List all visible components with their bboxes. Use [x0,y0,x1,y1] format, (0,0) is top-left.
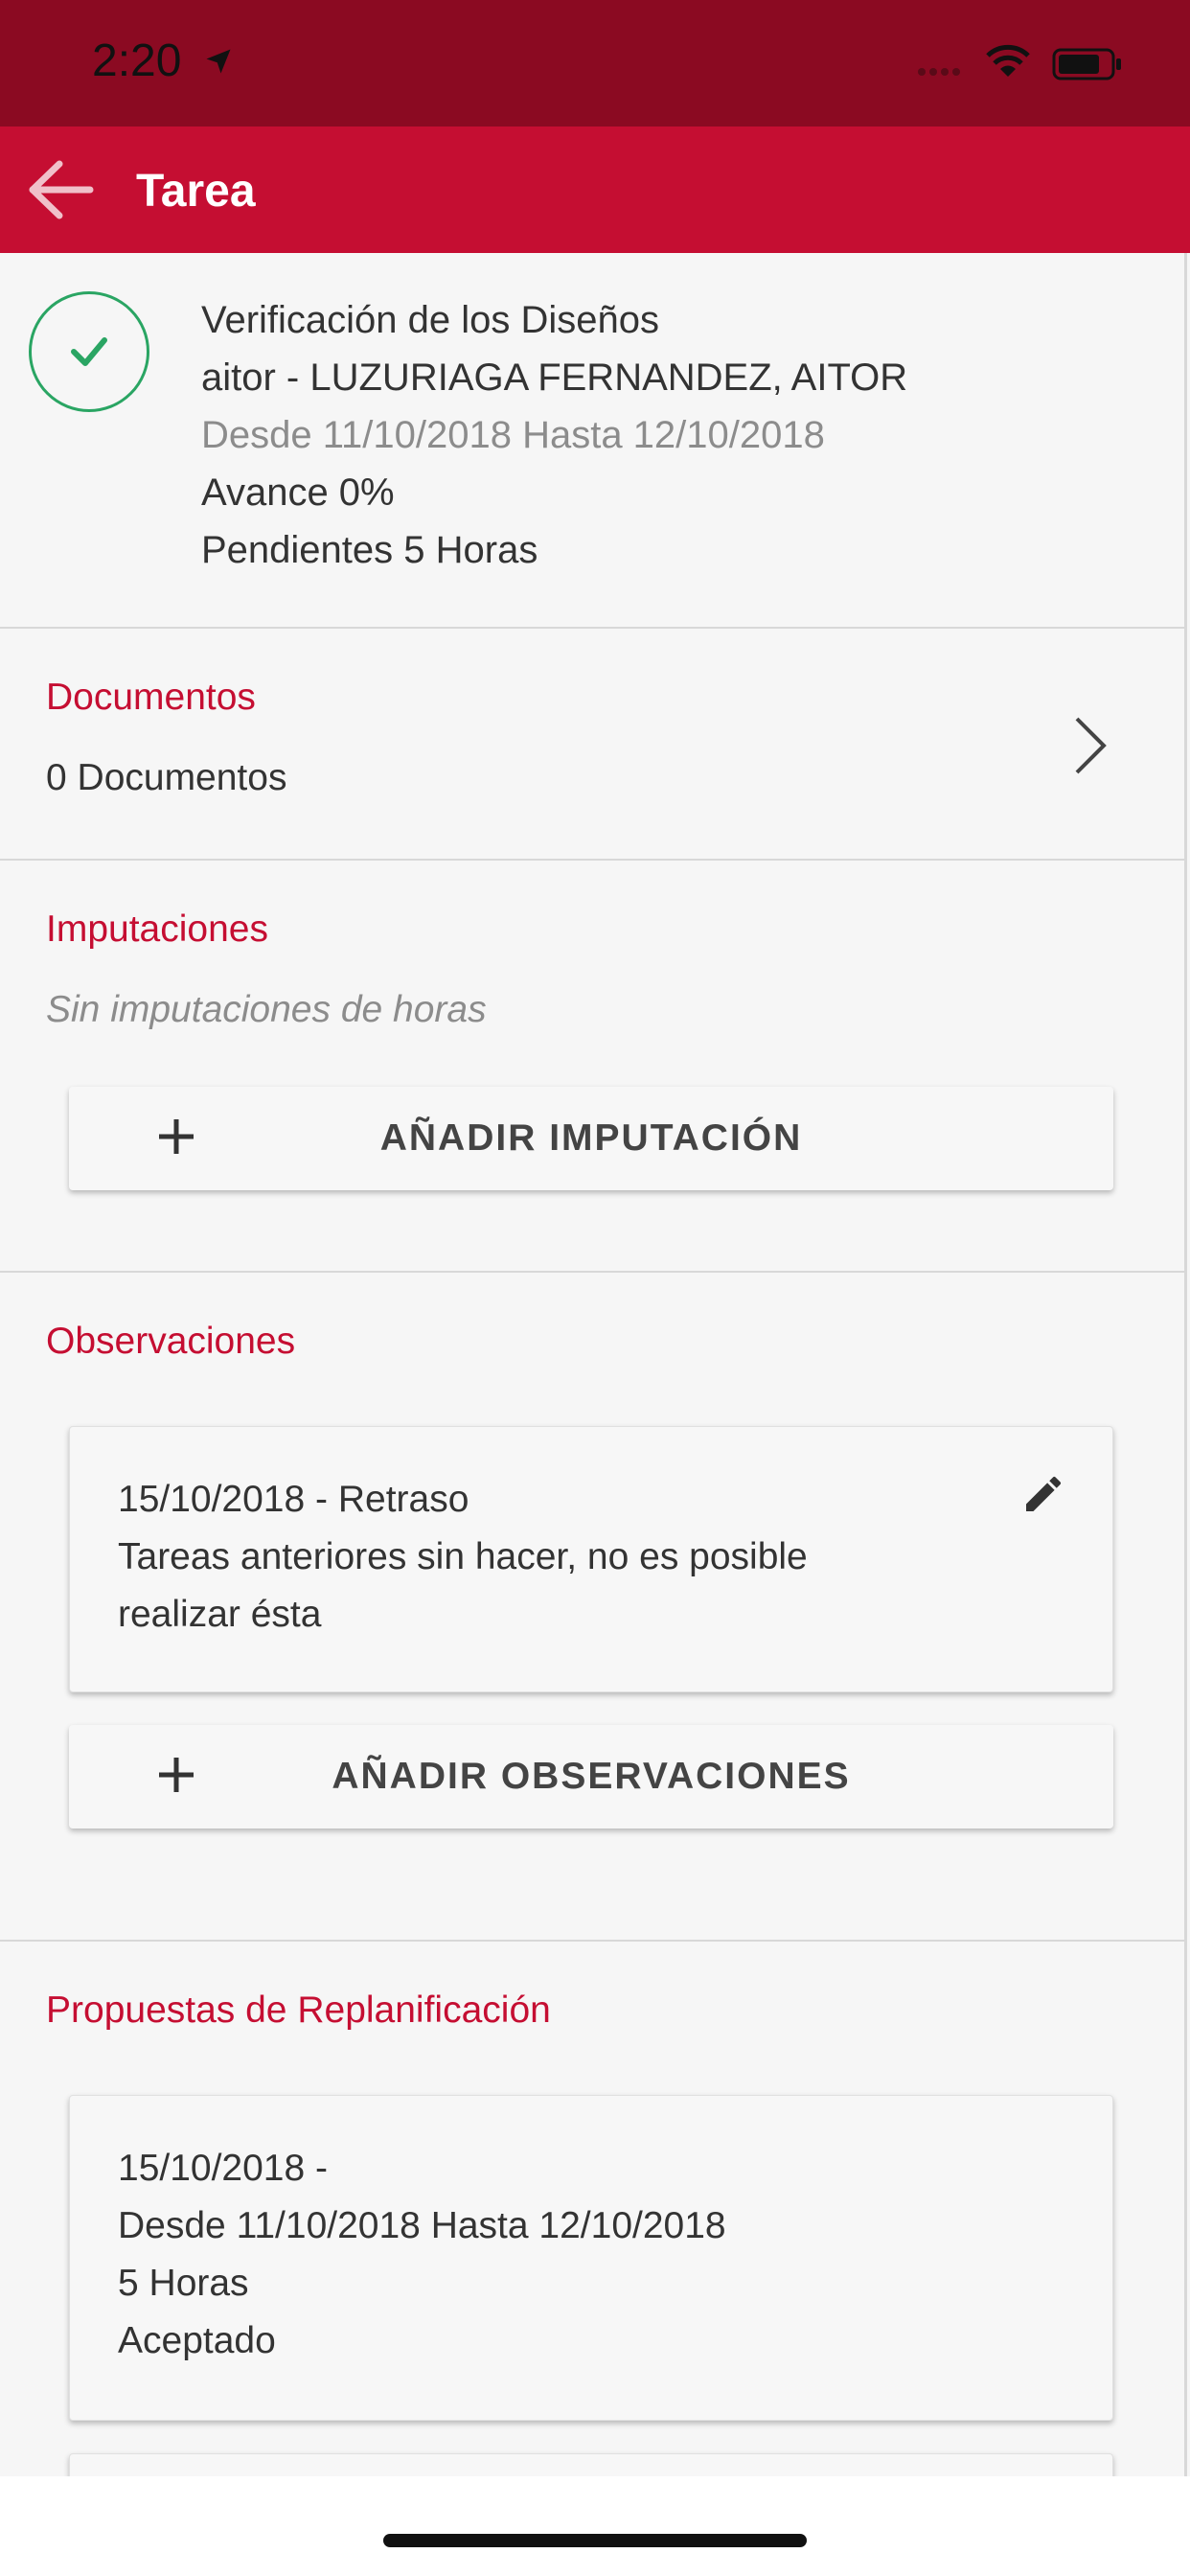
replanificacion-title: Propuestas de Replanificación [46,1990,551,2031]
replanificacion-card[interactable] [69,2453,1113,2476]
add-observaciones-label: AÑADIR OBSERVACIONES [332,1756,851,1797]
add-imputacion-button[interactable]: AÑADIR IMPUTACIÓN [69,1087,1113,1190]
task-summary: Verificación de los Diseños aitor - LUZU… [0,253,1184,629]
wifi-icon [985,44,1031,83]
task-assignee: aitor - LUZURIAGA FERNANDEZ, AITOR [201,356,908,399]
observation-date-reason: 15/10/2018 - Retraso [118,1479,469,1520]
battery-icon [1052,48,1123,85]
add-imputacion-label: AÑADIR IMPUTACIÓN [379,1117,803,1159]
status-time: 2:20 [92,34,233,87]
edit-pencil-icon[interactable] [1020,1471,1066,1522]
task-info: Verificación de los Diseños aitor - LUZU… [201,291,907,579]
location-arrow-icon [204,34,233,87]
observation-description-line: Tareas anteriores sin hacer, no es posib… [118,1536,808,1577]
home-indicator[interactable] [383,2534,807,2547]
task-progress: Avance 0% [201,472,395,514]
replanificacion-text: 15/10/2018 - Desde 11/10/2018 Hasta 12/1… [118,2140,726,2370]
replanificacion-hours: 5 Horas [118,2263,249,2304]
replanificacion-card[interactable]: 15/10/2018 - Desde 11/10/2018 Hasta 12/1… [69,2095,1113,2421]
replanificacion-section: Propuestas de Replanificación 15/10/2018… [0,1942,1184,2476]
task-dates: Desde 11/10/2018 Hasta 12/10/2018 [201,414,825,456]
chevron-right-icon[interactable] [1071,715,1110,781]
page-title: Tarea [136,166,256,217]
clock-text: 2:20 [92,35,182,86]
observation-description-line: realizar ésta [118,1594,322,1635]
add-observaciones-button[interactable]: AÑADIR OBSERVACIONES [69,1725,1113,1828]
observaciones-section: Observaciones 15/10/2018 - Retraso Tarea… [0,1273,1184,1942]
imputaciones-section: Imputaciones Sin imputaciones de horas A… [0,861,1184,1273]
replanificacion-date: 15/10/2018 - [118,2148,329,2189]
task-status-icon [29,291,149,412]
observation-text: 15/10/2018 - Retraso Tareas anteriores s… [118,1471,808,1644]
status-bar: 2:20 [0,0,1190,126]
observation-card[interactable]: 15/10/2018 - Retraso Tareas anteriores s… [69,1426,1113,1692]
documents-section[interactable]: Documentos 0 Documentos [0,629,1184,861]
imputaciones-empty-text: Sin imputaciones de horas [46,989,487,1030]
cellular-signal-icon [918,63,964,80]
task-detail-content: Verificación de los Diseños aitor - LUZU… [0,253,1187,2476]
replanificacion-range: Desde 11/10/2018 Hasta 12/10/2018 [118,2205,726,2246]
imputaciones-title: Imputaciones [46,908,268,950]
home-indicator-area [0,2476,1190,2576]
checkmark-icon [71,337,107,366]
app-bar: Tarea [0,126,1190,253]
back-arrow-icon[interactable] [27,158,94,221]
documents-title: Documentos [46,677,256,718]
observaciones-title: Observaciones [46,1321,296,1362]
documents-count: 0 Documentos [46,757,287,798]
task-title: Verificación de los Diseños [201,299,660,341]
replanificacion-status: Aceptado [118,2320,276,2361]
task-pending-hours: Pendientes 5 Horas [201,529,538,571]
